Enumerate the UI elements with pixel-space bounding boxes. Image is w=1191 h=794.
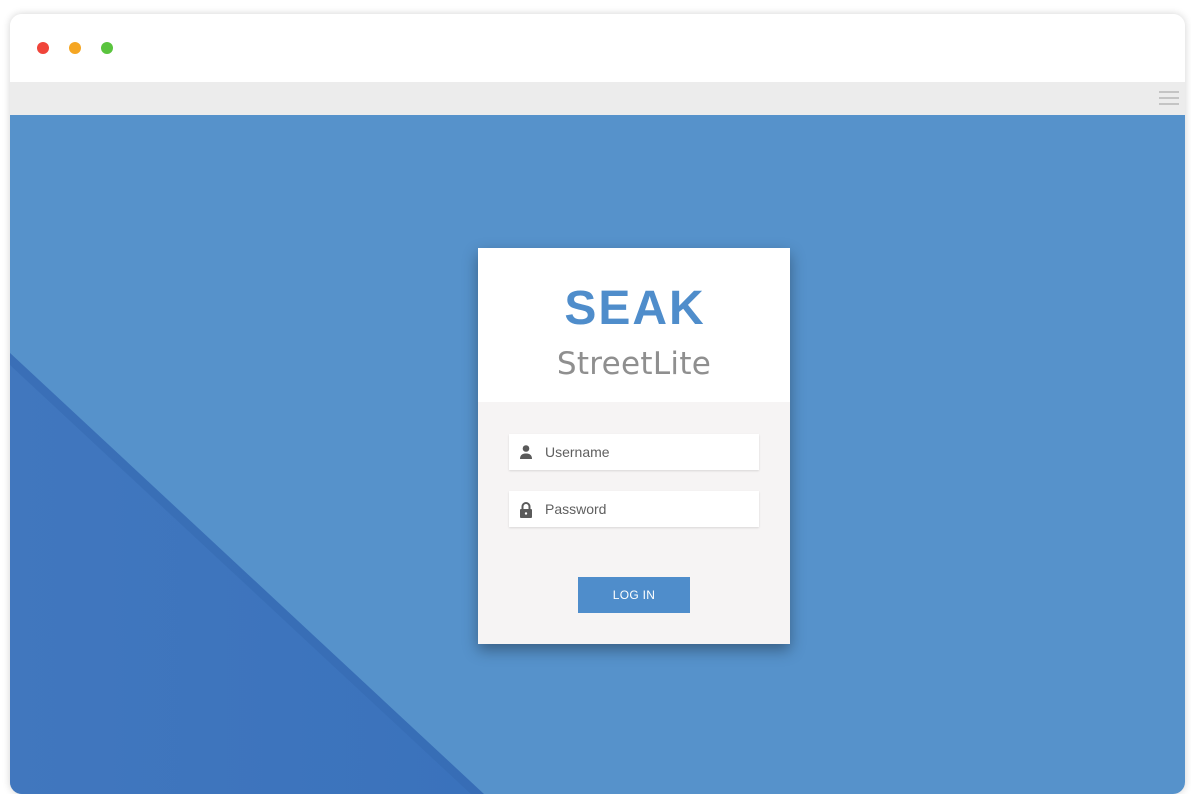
seak-logo-text: SEAK: [564, 282, 705, 330]
password-input[interactable]: [545, 491, 751, 527]
login-card-header: SEAK StreetLite: [478, 248, 790, 402]
login-card: SEAK StreetLite LOG IN: [478, 248, 790, 644]
hamburger-menu-icon[interactable]: [1159, 90, 1179, 106]
close-window-button[interactable]: [37, 42, 49, 54]
browser-window: SEAK StreetLite LOG IN: [10, 14, 1185, 794]
lock-icon: [520, 502, 532, 518]
username-input[interactable]: [545, 434, 751, 470]
minimize-window-button[interactable]: [69, 42, 81, 54]
maximize-window-button[interactable]: [101, 42, 113, 54]
password-field[interactable]: [509, 491, 759, 527]
user-icon: [520, 445, 532, 459]
page-viewport: SEAK StreetLite LOG IN: [10, 115, 1185, 794]
seak-logo: SEAK: [564, 282, 705, 330]
title-bar: [10, 14, 1185, 82]
browser-toolbar: [10, 82, 1185, 116]
username-field[interactable]: [509, 434, 759, 470]
product-name: StreetLite: [556, 346, 712, 382]
login-button[interactable]: LOG IN: [578, 577, 690, 613]
